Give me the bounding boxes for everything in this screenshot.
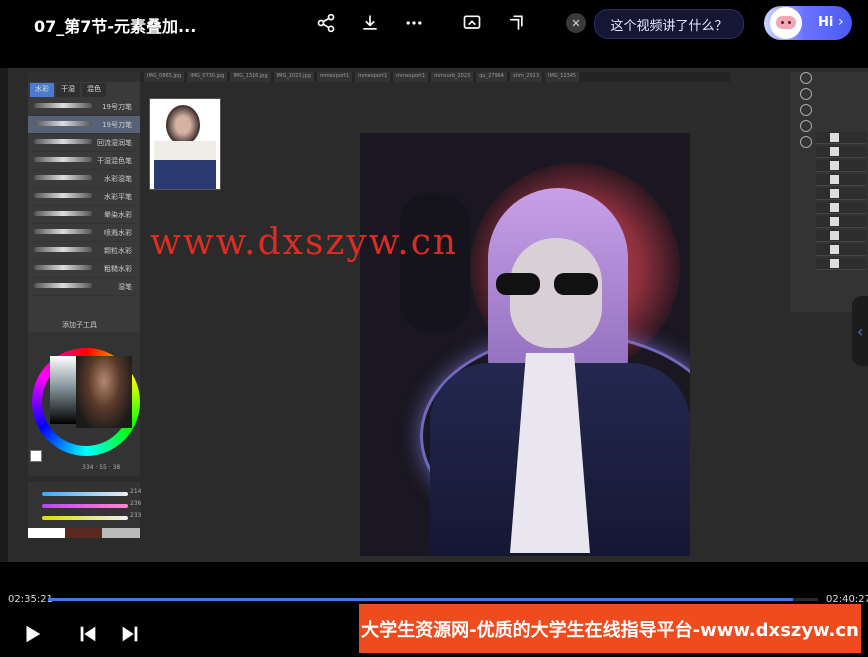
doc-tab[interactable]: IMG_0730.jpg (187, 72, 228, 82)
chevron-left-icon: ‹ (857, 322, 864, 341)
layer-row[interactable] (816, 160, 866, 172)
layer-row[interactable] (816, 132, 866, 144)
brush-item[interactable]: 湿笔 (28, 278, 140, 296)
doc-tab[interactable]: IMG_1316.jpg (230, 72, 271, 82)
play-button[interactable] (18, 620, 46, 648)
current-time: 02:35:21 (8, 594, 53, 605)
screen-cast-icon[interactable] (461, 12, 483, 34)
layer-row[interactable] (816, 174, 866, 186)
promo-banner: 大学生资源网-优质的大学生在线指导平台-www.dxszyw.cn (359, 604, 861, 653)
play-icon (26, 625, 41, 643)
doc-tab[interactable]: IMG_0865.jpg (144, 72, 185, 82)
chevron-right-icon: › (838, 14, 844, 30)
add-subtool-button[interactable]: 添加子工具 (62, 320, 97, 330)
reference-thumbnail[interactable] (149, 98, 221, 190)
doc-tab[interactable]: qu_27964 (476, 72, 507, 82)
reference-photo (76, 356, 132, 428)
brush-tab[interactable]: 混色 (82, 83, 106, 97)
tool-icon[interactable] (800, 72, 812, 84)
slider-value: 233 (130, 512, 142, 519)
color-panel: 334 · 55 · 38 (28, 332, 140, 476)
watermark: www.dxszyw.cn (150, 222, 459, 263)
brush-item[interactable]: 晕染水彩 (28, 206, 140, 224)
skip-previous-icon (80, 626, 96, 642)
brush-tabs: 水彩 干湿 混色 (28, 82, 140, 98)
slider-value: 236 (130, 500, 142, 507)
brush-item[interactable]: 19号刀笔 (28, 116, 140, 134)
tool-icon[interactable] (800, 120, 812, 132)
foreground-swatch[interactable] (30, 450, 42, 462)
color-slider[interactable] (42, 492, 128, 496)
progress-fill (48, 598, 794, 601)
layer-row[interactable] (816, 258, 866, 270)
doc-tab[interactable]: mmexport1 (355, 72, 391, 82)
layer-row[interactable] (816, 216, 866, 228)
skip-next-icon (122, 626, 138, 642)
doc-tab[interactable]: IMG_12345 (545, 72, 580, 82)
tool-icon[interactable] (800, 88, 812, 100)
color-swatch-bar[interactable] (28, 528, 140, 538)
tool-icon[interactable] (800, 136, 812, 148)
brush-item[interactable]: 水彩湿笔 (28, 170, 140, 188)
drawing-canvas[interactable] (360, 133, 690, 556)
layer-tools (800, 72, 814, 162)
ai-assistant-button[interactable]: Hi › (764, 6, 852, 40)
doc-tab[interactable]: stim_2023 (509, 72, 543, 82)
slider-value: 214 (130, 488, 142, 495)
brush-item[interactable]: 19号刀笔 (28, 98, 140, 116)
doc-tab[interactable]: mmexport1 (316, 72, 352, 82)
brush-item[interactable]: 回流湿润笔 (28, 134, 140, 152)
video-title: 07_第7节-元素叠加... (34, 17, 197, 36)
document-tabs: IMG_0865.jpg IMG_0730.jpg IMG_1316.jpg I… (140, 72, 730, 82)
brush-item[interactable]: 喷溅水彩 (28, 224, 140, 242)
progress-bar[interactable] (48, 598, 818, 601)
close-icon[interactable] (566, 13, 586, 33)
layer-row[interactable] (816, 244, 866, 256)
pip-icon[interactable] (505, 12, 527, 34)
ask-ai-button[interactable]: 这个视频讲了什么？ (594, 9, 744, 39)
brush-panel: 水彩 干湿 混色 19号刀笔 19号刀笔 回流湿润笔 干湿混色笔 水彩湿笔 水彩… (28, 72, 140, 334)
hsv-readout: 334 · 55 · 38 (82, 464, 121, 471)
layer-row[interactable] (816, 230, 866, 242)
more-icon[interactable] (403, 12, 425, 34)
video-frame[interactable]: 水彩 干湿 混色 19号刀笔 19号刀笔 回流湿润笔 干湿混色笔 水彩湿笔 水彩… (0, 68, 868, 562)
doc-tab[interactable]: mmexport1 (393, 72, 429, 82)
layer-row[interactable] (816, 188, 866, 200)
brush-tab[interactable]: 干湿 (56, 83, 80, 97)
assistant-avatar-icon (770, 7, 802, 39)
brush-item[interactable]: 颗粒水彩 (28, 242, 140, 260)
download-icon[interactable] (359, 12, 381, 34)
layer-row[interactable] (816, 146, 866, 158)
color-slider[interactable] (42, 516, 128, 520)
layer-row[interactable] (816, 202, 866, 214)
brush-item[interactable]: 粗糙水彩 (28, 260, 140, 278)
side-panel-toggle[interactable]: ‹ (852, 296, 868, 366)
color-slider[interactable] (42, 504, 128, 508)
brush-tab[interactable]: 水彩 (30, 83, 54, 97)
top-bar: 07_第7节-元素叠加... 这个视频讲了什么？ Hi › (0, 0, 868, 48)
share-icon[interactable] (315, 12, 337, 34)
doc-tab[interactable]: IMG_2023.jpg (273, 72, 314, 82)
tool-strip (0, 68, 8, 562)
sunglasses (492, 273, 608, 295)
previous-button[interactable] (74, 620, 102, 648)
next-button[interactable] (116, 620, 144, 648)
tool-icon[interactable] (800, 104, 812, 116)
brush-item[interactable]: 水彩平笔 (28, 188, 140, 206)
doc-tab[interactable]: mmsurb_2023 (431, 72, 474, 82)
brush-item[interactable]: 干湿混色笔 (28, 152, 140, 170)
assistant-label: Hi (818, 15, 834, 30)
